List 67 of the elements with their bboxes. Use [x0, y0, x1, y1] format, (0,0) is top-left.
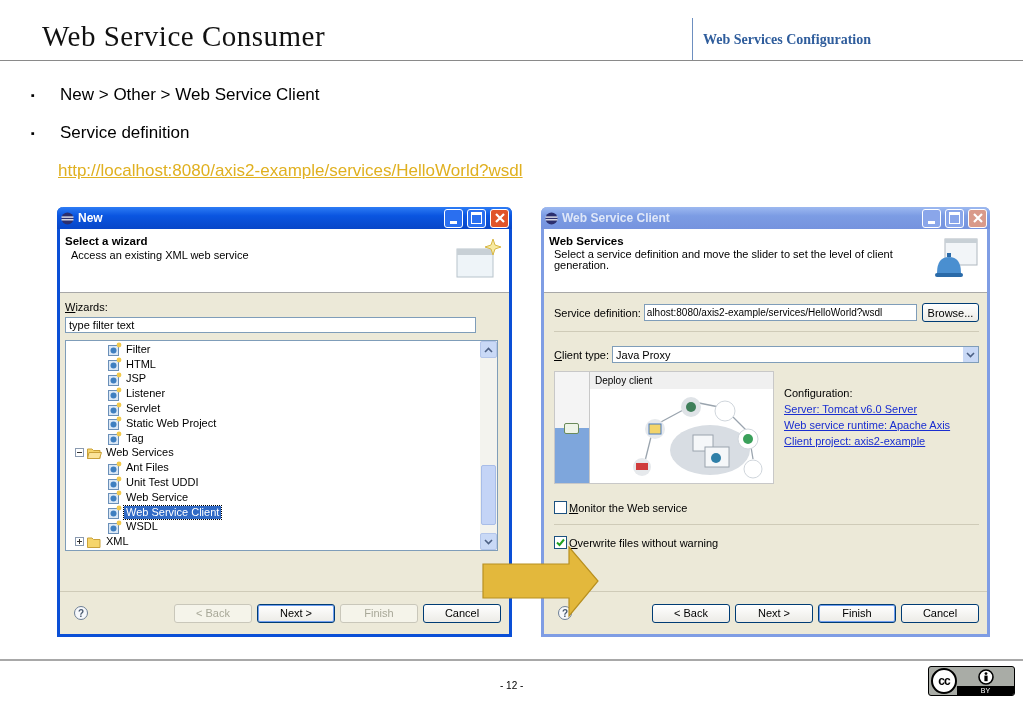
window-title: Web Service Client: [562, 211, 671, 225]
document-icon: [107, 505, 122, 520]
tree-item[interactable]: Unit Test UDDI: [124, 476, 201, 490]
wizards-label: Wizards:: [65, 301, 109, 313]
expander-icon[interactable]: [75, 448, 84, 458]
tree-item[interactable]: Listener: [124, 387, 168, 401]
slide-title: Web Service Consumer: [41, 19, 327, 54]
sphere-icon: [545, 211, 558, 225]
document-icon: [107, 357, 122, 372]
header-title: Web Services: [549, 235, 625, 247]
help-button[interactable]: ?: [74, 606, 88, 620]
tree-item[interactable]: Tag: [124, 431, 146, 445]
header-title: Select a wizard: [65, 235, 149, 247]
document-icon: [107, 386, 122, 401]
tree-item[interactable]: Web Service: [124, 490, 191, 504]
minimize-button[interactable]: [444, 208, 463, 228]
level-caption: Deploy client: [590, 372, 773, 389]
document-icon: [107, 416, 122, 431]
close-icon: [971, 212, 984, 224]
tree-item[interactable]: Ant Files: [124, 461, 171, 475]
caret-down-icon: [966, 351, 975, 358]
filter-field[interactable]: type filter text: [65, 317, 476, 333]
document-icon: [107, 490, 122, 505]
tree-item[interactable]: XML: [104, 535, 131, 549]
tree-item[interactable]: Filter: [124, 342, 153, 356]
tree-item[interactable]: HTML: [124, 357, 158, 371]
document-icon: [107, 342, 122, 357]
tree-item[interactable]: Servlet: [124, 402, 163, 416]
bullet-text: Service definition: [60, 123, 190, 143]
sphere-icon: [61, 211, 74, 225]
scrollbar[interactable]: [480, 341, 497, 550]
window-title: New: [78, 211, 104, 225]
close-icon: [493, 212, 506, 224]
bullet-marker: ▪: [30, 89, 36, 101]
tree-item[interactable]: WSDL: [124, 520, 160, 534]
document-icon: [107, 460, 122, 475]
section-title: Web Services Configuration: [703, 32, 871, 47]
folder-icon: [87, 535, 102, 548]
slider-thumb[interactable]: [564, 422, 579, 434]
document-icon: [107, 431, 122, 446]
document-icon: [107, 519, 122, 534]
wizard-button[interactable]: Next >: [257, 603, 335, 623]
wizard-button[interactable]: Cancel: [423, 603, 501, 623]
document-icon: [107, 475, 122, 490]
client-type-label: Client type:: [554, 348, 610, 361]
header-description: Select a service definition and move the slider to set the level of client generation.: [553, 249, 894, 271]
expander-icon[interactable]: [75, 537, 84, 547]
document-icon: [107, 372, 122, 386]
document-icon: [107, 401, 122, 416]
checkbox-label: Monitor the Web service: [569, 501, 688, 514]
bullet-marker: ▪: [30, 127, 36, 139]
service-definition-label: Service definition:: [554, 306, 641, 319]
tree-item[interactable]: Web Services: [104, 446, 176, 460]
window-icon: [455, 237, 501, 281]
page-number: - 12 -: [500, 680, 524, 691]
header-description: Access an existing XML web service: [70, 250, 250, 261]
bullet-text: New > Other > Web Service Client: [60, 85, 320, 105]
maximize-button[interactable]: [467, 208, 486, 228]
caret-up-icon: [484, 346, 493, 353]
tree-item[interactable]: Web Service Client: [124, 505, 222, 519]
tree-item[interactable]: JSP: [124, 372, 149, 386]
folder-icon: [87, 446, 102, 459]
close-button[interactable]: [490, 208, 509, 228]
caret-down-icon: [484, 538, 493, 545]
configuration-label: Configuration:: [784, 387, 854, 401]
tree-item[interactable]: Static Web Project: [124, 416, 219, 430]
checkbox-label: Overwrite files without warning: [569, 536, 719, 549]
